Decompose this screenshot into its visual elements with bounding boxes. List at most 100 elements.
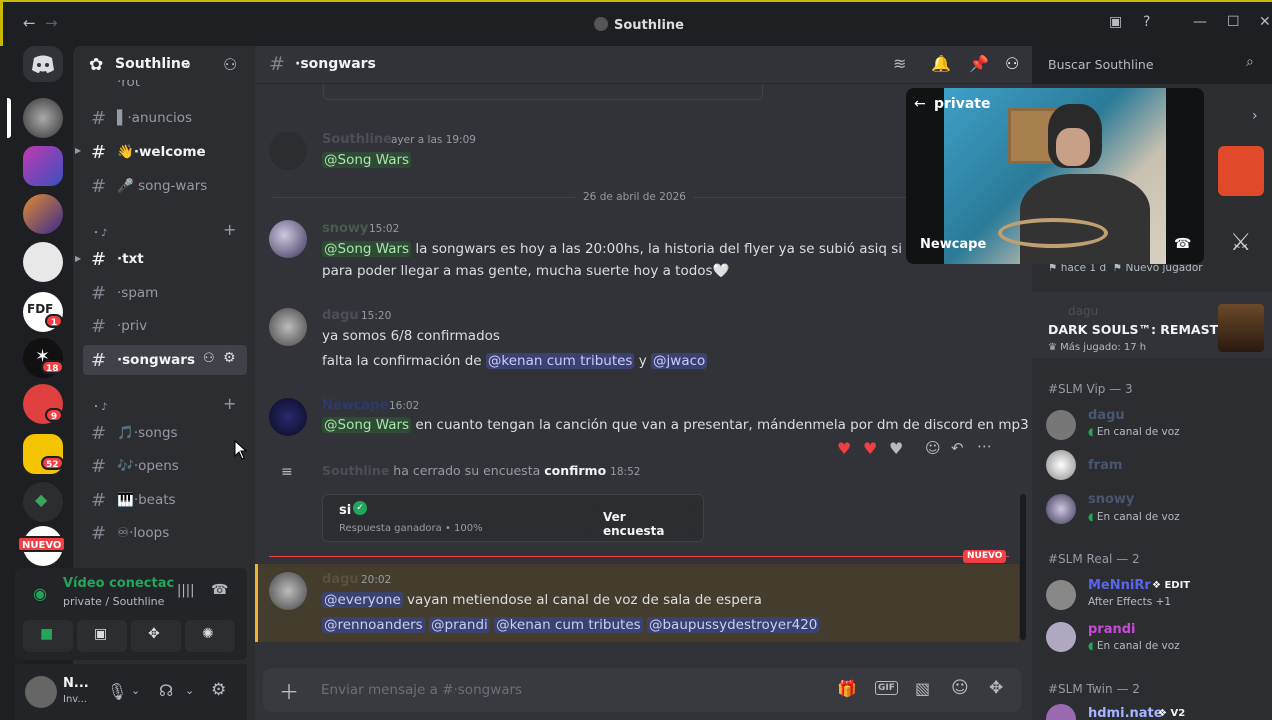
close-button[interactable]: ✕	[1259, 14, 1271, 30]
create-channel-icon[interactable]: +	[223, 220, 236, 239]
channel-beats[interactable]: # 🎹·beats	[83, 485, 247, 515]
avatar[interactable]	[1046, 580, 1076, 610]
avatar[interactable]	[269, 572, 307, 610]
avatar[interactable]	[269, 220, 307, 258]
pin-icon[interactable]: 📌	[969, 54, 989, 73]
channel-loops[interactable]: # ♾·loops	[83, 518, 247, 548]
chevron-right-icon[interactable]: ›	[1252, 108, 1258, 124]
channel-txt[interactable]: # ·txt	[83, 244, 247, 274]
server-icon[interactable]	[23, 146, 63, 186]
avatar[interactable]	[269, 132, 307, 170]
reply-icon[interactable]: ↶	[951, 439, 964, 457]
channel-songs[interactable]: # 🎵·songs	[83, 418, 247, 448]
view-poll-button[interactable]: Ver encuesta	[591, 504, 691, 538]
server-header[interactable]: ✿ Southline ⌄ ⚇	[73, 46, 255, 84]
message-author[interactable]: dagu	[322, 308, 359, 323]
bell-icon[interactable]: 🔔	[931, 54, 951, 73]
avatar[interactable]	[1046, 704, 1076, 720]
threads-icon[interactable]: ≋	[893, 54, 906, 73]
gif-icon[interactable]: GIF	[875, 681, 898, 695]
user-mention[interactable]: @rennoanders	[322, 617, 425, 633]
add-reaction-icon[interactable]: ☺	[925, 439, 941, 457]
everyone-mention[interactable]: @everyone	[322, 592, 403, 608]
discord-home-icon[interactable]	[23, 46, 63, 82]
message-input[interactable]: Enviar mensaje a #·songwars	[321, 682, 522, 698]
avatar[interactable]	[1046, 410, 1076, 440]
minimize-button[interactable]: —	[1193, 14, 1207, 30]
emoji-icon[interactable]: ☺	[951, 678, 969, 698]
noise-suppression-icon[interactable]: ||||	[177, 583, 195, 598]
message-author[interactable]: dagu	[322, 572, 359, 587]
channel-anuncios[interactable]: # ▌·anuncios	[83, 103, 247, 133]
microphone-icon[interactable]: 🎙	[107, 682, 127, 701]
member-name[interactable]: hdmi.nate	[1088, 706, 1163, 720]
screen-share-button[interactable]: ▣	[77, 620, 127, 652]
poll-author[interactable]: Southline	[322, 463, 389, 478]
server-icon[interactable]: ◆	[23, 482, 63, 522]
scrollbar-thumb[interactable]	[1020, 494, 1026, 640]
invite-icon[interactable]: ⚇	[203, 351, 215, 366]
voice-channel-link[interactable]: private / Southline	[63, 595, 164, 608]
game-activity-card[interactable]: dagu DARK SOULS™: REMASTE... ♛ Más jugad…	[1032, 292, 1272, 358]
avatar[interactable]	[1046, 494, 1076, 524]
maximize-button[interactable]: ☐	[1227, 14, 1240, 30]
add-attachment-icon[interactable]: ＋	[279, 676, 299, 705]
channel-opens[interactable]: # 🎶·opens	[83, 451, 247, 481]
user-mention[interactable]: @kenan cum tributes	[494, 617, 643, 633]
avatar[interactable]	[1046, 622, 1076, 652]
heart-reaction-icon[interactable]: ♥	[863, 439, 877, 458]
help-icon[interactable]: ?	[1143, 14, 1150, 30]
user-mention[interactable]: @jwaco	[651, 353, 708, 369]
channel-song-wars[interactable]: # 🎤 song-wars	[83, 171, 247, 201]
user-mention[interactable]: @prandi	[429, 617, 490, 633]
user-mention[interactable]: @kenan cum tributes	[485, 353, 635, 369]
channel-spam[interactable]: # ·spam	[83, 278, 247, 308]
category-header[interactable]: ・♪	[91, 398, 107, 413]
channel-priv[interactable]: # ·priv	[83, 311, 247, 341]
member-name[interactable]: fram	[1088, 458, 1122, 473]
disconnect-icon[interactable]: ☎	[211, 582, 228, 598]
member-name[interactable]: dagu	[1088, 408, 1125, 423]
server-icon[interactable]	[23, 194, 63, 234]
video-popout[interactable]: ← private Newcape ☎	[906, 88, 1204, 264]
message-author[interactable]: Newcape	[322, 398, 388, 413]
sticker-icon[interactable]: ▧	[915, 679, 930, 698]
channel-welcome[interactable]: # 👋·welcome	[83, 137, 247, 167]
create-channel-icon[interactable]: +	[223, 394, 236, 413]
search-input[interactable]: Buscar Southline	[1048, 57, 1154, 72]
disconnect-icon[interactable]: ☎	[1174, 236, 1191, 252]
category-header[interactable]: ・♪	[91, 224, 107, 239]
role-mention[interactable]: @Song Wars	[322, 241, 412, 257]
gear-icon[interactable]: ⚙	[211, 680, 226, 700]
more-options-icon[interactable]: ⋯	[977, 437, 992, 455]
avatar[interactable]	[25, 676, 57, 708]
member-name[interactable]: snowy	[1088, 492, 1134, 507]
back-arrow-icon[interactable]: ←	[914, 96, 926, 112]
member-name[interactable]: prandi	[1088, 622, 1136, 637]
avatar[interactable]	[269, 398, 307, 436]
role-mention[interactable]: @Song Wars	[322, 417, 412, 433]
search-bar[interactable]: Buscar Southline ⌕	[1040, 50, 1268, 78]
server-icon[interactable]	[23, 242, 63, 282]
activities-button[interactable]: ✥	[131, 620, 181, 652]
heart-reaction-icon[interactable]: ♥	[837, 439, 851, 458]
message-author[interactable]: snowy	[322, 221, 368, 236]
inbox-icon[interactable]: ▣	[1109, 14, 1122, 30]
avatar[interactable]	[1046, 450, 1076, 480]
user-mention[interactable]: @baupussydestroyer420	[646, 617, 820, 633]
role-mention[interactable]: @Song Wars	[322, 152, 412, 168]
member-list-icon[interactable]: ⚇	[1005, 54, 1019, 73]
member-name[interactable]: MeNniRr	[1088, 578, 1151, 593]
apps-icon[interactable]: ✥	[989, 678, 1003, 698]
message-author[interactable]: Southline	[322, 132, 392, 147]
gear-icon[interactable]: ⚙	[223, 350, 236, 366]
invite-people-icon[interactable]: ⚇	[223, 55, 237, 74]
camera-button[interactable]: ■	[23, 620, 73, 652]
avatar[interactable]	[269, 308, 307, 346]
channel-partial[interactable]: ·rot	[83, 80, 247, 92]
server-icon-southline[interactable]	[23, 98, 63, 138]
chevron-down-icon[interactable]: ⌄	[185, 684, 194, 697]
gift-icon[interactable]: 🎁	[837, 679, 857, 698]
headphones-icon[interactable]: ☊	[159, 681, 173, 700]
soundboard-button[interactable]: ✺	[185, 620, 235, 652]
